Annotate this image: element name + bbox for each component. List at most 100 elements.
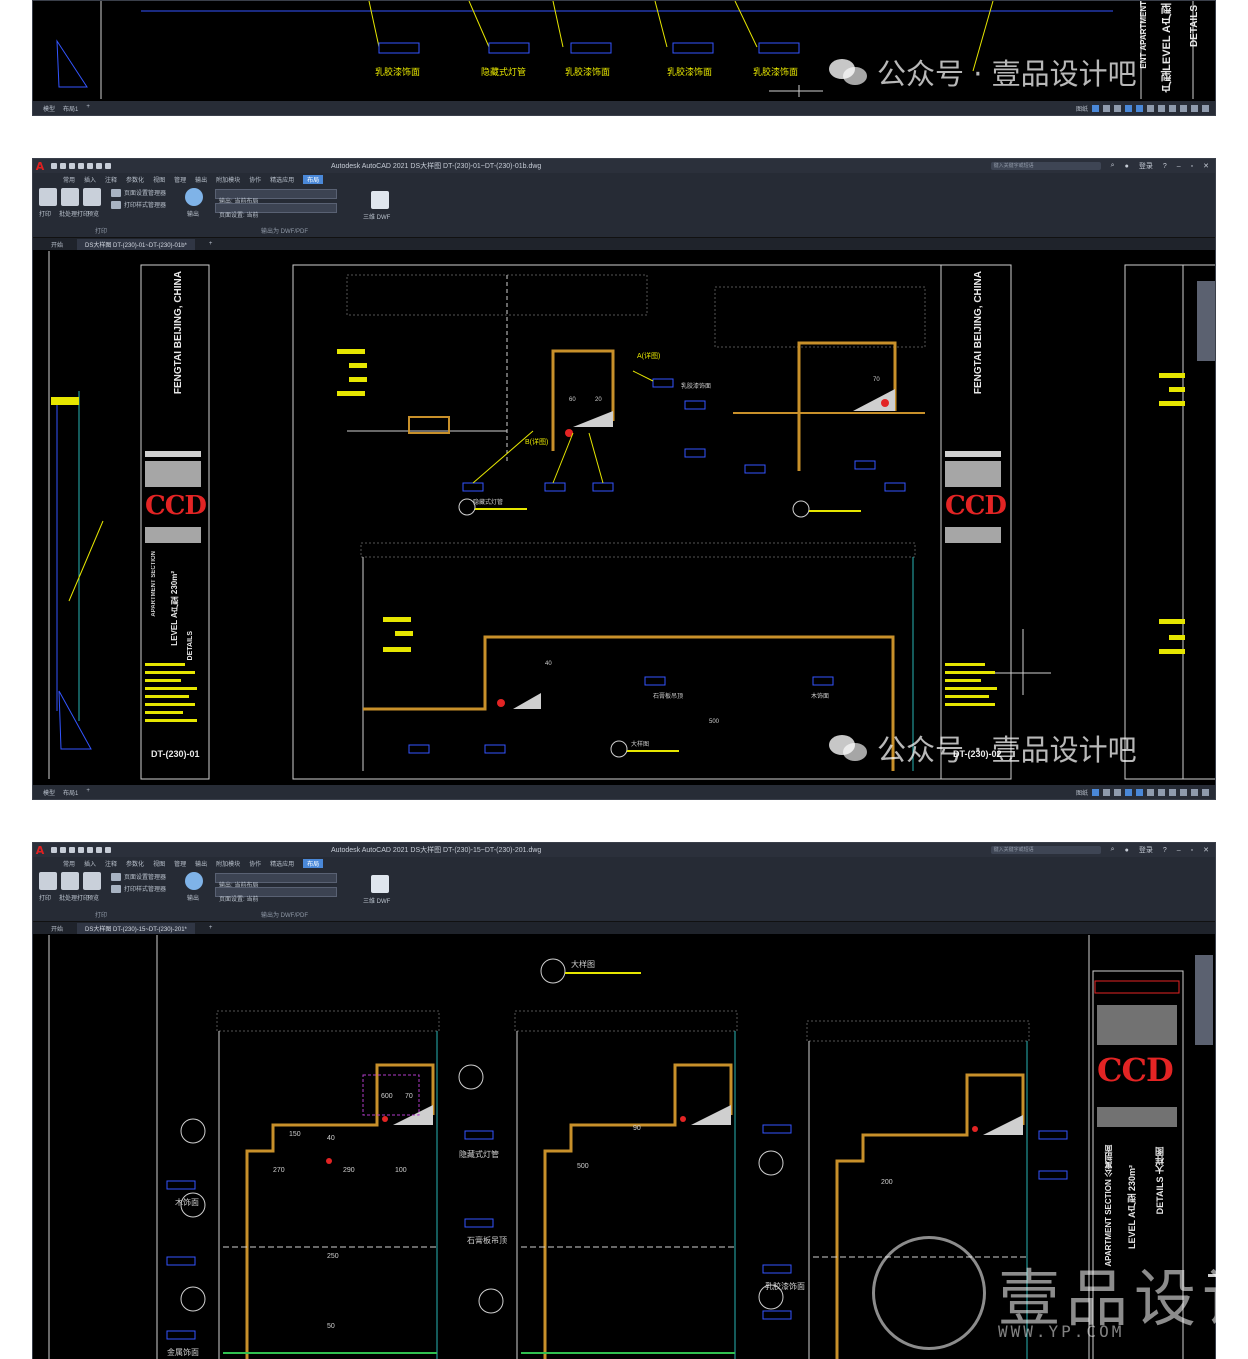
plot-style-link[interactable]: 打印样式管理器 xyxy=(124,884,166,893)
export-button[interactable] xyxy=(185,188,203,206)
saveas-icon[interactable] xyxy=(78,847,84,853)
start-tab[interactable]: 开始 xyxy=(51,240,63,249)
new-icon[interactable] xyxy=(51,163,57,169)
batch-plot-button[interactable] xyxy=(61,872,79,890)
minimize-icon[interactable]: – xyxy=(1177,847,1181,854)
drawing-canvas[interactable]: 乳胶漆饰面 隐藏式灯管 乳胶漆饰面 乳胶漆饰面 乳胶漆饰面 ENT APARTM… xyxy=(33,1,1215,103)
isolate-icon[interactable] xyxy=(1180,788,1187,796)
dwf-button[interactable] xyxy=(371,875,389,893)
plot-style-icon[interactable] xyxy=(111,884,121,893)
tab-parametric[interactable]: 参数化 xyxy=(126,175,144,184)
login-link[interactable]: 登录 xyxy=(1139,845,1153,855)
login-link[interactable]: 登录 xyxy=(1139,161,1153,171)
tab-addins[interactable]: 附加模块 xyxy=(216,859,240,868)
workspace-gear-icon[interactable] xyxy=(1158,788,1165,796)
annotation-scale-icon[interactable] xyxy=(1147,788,1154,796)
plus-icon[interactable] xyxy=(1169,788,1176,796)
doc-tab[interactable]: DS大样图 DT-(230)-15~DT-(230)-201* xyxy=(77,922,195,934)
page-setup-link[interactable]: 页面设置管理器 xyxy=(124,188,166,197)
new-tab-icon[interactable]: + xyxy=(209,241,213,247)
search-input[interactable]: 键入关键字或短语 xyxy=(990,162,1101,170)
export-combo[interactable]: 输出: 当前布局 xyxy=(215,189,337,205)
page-setup-icon[interactable] xyxy=(111,188,121,197)
redo-icon[interactable] xyxy=(105,847,111,853)
dwf-button[interactable] xyxy=(371,191,389,209)
plot-icon[interactable] xyxy=(87,163,93,169)
new-icon[interactable] xyxy=(51,847,57,853)
tab-collaborate[interactable]: 协作 xyxy=(249,175,261,184)
grid-icon[interactable] xyxy=(1092,788,1099,796)
new-tab-icon[interactable]: + xyxy=(209,925,213,931)
search-icon[interactable]: ⌕ xyxy=(1111,162,1115,170)
customize-icon[interactable] xyxy=(1202,788,1209,796)
plot-style-icon[interactable] xyxy=(111,200,121,209)
restore-icon[interactable]: ▫ xyxy=(1191,847,1193,854)
autocad-logo-icon[interactable]: A xyxy=(33,159,47,173)
user-icon[interactable]: ● xyxy=(1125,163,1129,170)
tab-output[interactable]: 输出 xyxy=(195,859,207,868)
snap-icon[interactable] xyxy=(1103,104,1110,112)
close-icon[interactable]: ✕ xyxy=(1203,846,1209,854)
print-button[interactable] xyxy=(39,872,57,890)
help-icon[interactable]: ? xyxy=(1163,847,1167,854)
save-icon[interactable] xyxy=(69,847,75,853)
tab-home[interactable]: 常用 xyxy=(63,859,75,868)
export-button[interactable] xyxy=(185,872,203,890)
save-icon[interactable] xyxy=(69,163,75,169)
search-input[interactable]: 键入关键字或短语 xyxy=(990,846,1101,854)
page-setup-combo[interactable]: 页面设置: 当前 xyxy=(215,203,337,219)
doc-tab[interactable]: DS大样图 DT-(230)-01~DT-(230)-01b* xyxy=(77,238,195,250)
batch-plot-button[interactable] xyxy=(61,188,79,206)
fullscreen-icon[interactable] xyxy=(1191,104,1198,112)
workspace-gear-icon[interactable] xyxy=(1158,104,1165,112)
redo-icon[interactable] xyxy=(105,163,111,169)
open-icon[interactable] xyxy=(60,163,66,169)
status-space-label[interactable]: 图纸 xyxy=(1076,788,1088,797)
autocad-logo-icon[interactable]: A xyxy=(33,843,47,857)
add-layout-icon[interactable]: + xyxy=(86,104,90,113)
ortho-icon[interactable] xyxy=(1114,104,1121,112)
osnap-icon[interactable] xyxy=(1136,104,1143,112)
undo-icon[interactable] xyxy=(96,847,102,853)
customize-icon[interactable] xyxy=(1202,104,1209,112)
osnap-icon[interactable] xyxy=(1136,788,1143,796)
close-icon[interactable]: ✕ xyxy=(1203,162,1209,170)
user-icon[interactable]: ● xyxy=(1125,847,1129,854)
tab-featured[interactable]: 精选应用 xyxy=(270,175,294,184)
isolate-icon[interactable] xyxy=(1180,104,1187,112)
tab-featured[interactable]: 精选应用 xyxy=(270,859,294,868)
page-setup-icon[interactable] xyxy=(111,872,121,881)
polar-icon[interactable] xyxy=(1125,104,1132,112)
grid-icon[interactable] xyxy=(1092,104,1099,112)
help-icon[interactable]: ? xyxy=(1163,163,1167,170)
restore-icon[interactable]: ▫ xyxy=(1191,163,1193,170)
page-setup-link[interactable]: 页面设置管理器 xyxy=(124,872,166,881)
annotation-scale-icon[interactable] xyxy=(1147,104,1154,112)
status-space-label[interactable]: 图纸 xyxy=(1076,104,1088,113)
open-icon[interactable] xyxy=(60,847,66,853)
snap-icon[interactable] xyxy=(1103,788,1110,796)
tab-layout[interactable]: 布局 xyxy=(303,174,324,184)
tab-annotate[interactable]: 注释 xyxy=(105,175,117,184)
tab-view[interactable]: 视图 xyxy=(153,859,165,868)
layout-tab-1[interactable]: 布局1 xyxy=(63,104,78,113)
tab-addins[interactable]: 附加模块 xyxy=(216,175,240,184)
tab-home[interactable]: 常用 xyxy=(63,175,75,184)
layout-tab-model[interactable]: 模型 xyxy=(43,788,55,797)
plot-icon[interactable] xyxy=(87,847,93,853)
tab-output[interactable]: 输出 xyxy=(195,175,207,184)
layout-tab-1[interactable]: 布局1 xyxy=(63,788,78,797)
preview-button[interactable] xyxy=(83,188,101,206)
tab-insert[interactable]: 插入 xyxy=(84,859,96,868)
ortho-icon[interactable] xyxy=(1114,788,1121,796)
tab-manage[interactable]: 管理 xyxy=(174,859,186,868)
drawing-canvas[interactable]: FENGTAI BEIJING, CHINA CCD APARTMENT SEC… xyxy=(33,251,1215,787)
tab-view[interactable]: 视图 xyxy=(153,175,165,184)
export-combo[interactable]: 输出: 当前布局 xyxy=(215,873,337,889)
minimize-icon[interactable]: – xyxy=(1177,163,1181,170)
tab-parametric[interactable]: 参数化 xyxy=(126,859,144,868)
tab-collaborate[interactable]: 协作 xyxy=(249,859,261,868)
tab-manage[interactable]: 管理 xyxy=(174,175,186,184)
plot-style-link[interactable]: 打印样式管理器 xyxy=(124,200,166,209)
preview-button[interactable] xyxy=(83,872,101,890)
